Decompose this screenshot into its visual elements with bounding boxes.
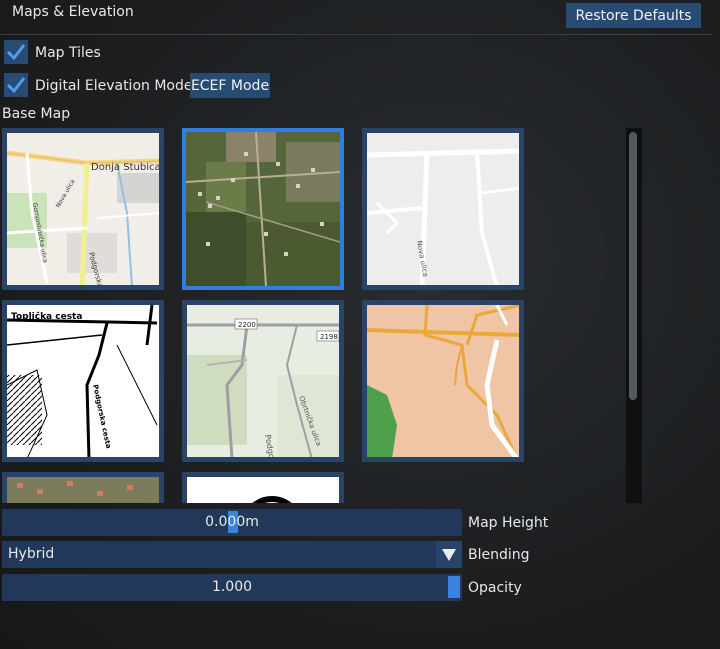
tile-label: Podgorska cesta xyxy=(91,384,112,450)
tile-label: Podgor xyxy=(263,434,277,457)
tile-street-map[interactable]: Donja Stubica Podgorska cesta Nova ulica… xyxy=(2,128,164,290)
tile-label: 2200 xyxy=(238,321,256,329)
scrollbar-thumb[interactable] xyxy=(629,132,637,400)
tile-satellite[interactable] xyxy=(182,128,344,290)
tile-minimal-white[interactable]: Nova ulica xyxy=(362,128,524,290)
map-height-value: 0.000m xyxy=(205,514,259,530)
tile-label: Nova ulica xyxy=(415,240,429,277)
tile-label: Toplička cesta xyxy=(11,311,82,322)
blending-select[interactable]: Hybrid xyxy=(2,541,462,568)
map-height-slider[interactable]: 0.000m xyxy=(2,509,462,536)
tile-terrain-color[interactable] xyxy=(362,300,524,462)
tile-label: Nova ulica xyxy=(55,178,77,209)
blending-label: Blending xyxy=(468,547,530,563)
opacity-slider[interactable]: 1.000 xyxy=(2,574,462,601)
chevron-down-icon[interactable] xyxy=(436,541,462,568)
tile-satellite-2[interactable] xyxy=(2,472,164,503)
tile-black-white[interactable]: Toplička cesta Podgorska cesta xyxy=(2,300,164,462)
map-height-label: Map Height xyxy=(468,515,549,531)
opacity-label: Opacity xyxy=(468,580,522,596)
tile-label: 2198 xyxy=(320,333,338,341)
tile-label: Donja Stubica xyxy=(91,162,159,173)
blending-value: Hybrid xyxy=(8,546,55,562)
tile-topographic[interactable]: 2200 2198 Podgor Obrtnička ulica xyxy=(182,300,344,462)
base-map-grid: Donja Stubica Podgorska cesta Nova ulica… xyxy=(0,0,620,503)
opacity-value: 1.000 xyxy=(211,579,253,595)
tile-black-white-2[interactable] xyxy=(182,472,344,503)
